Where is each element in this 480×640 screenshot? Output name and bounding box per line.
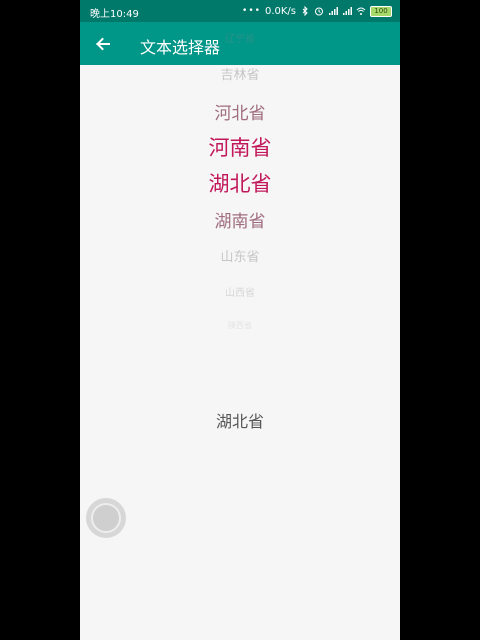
wifi-icon bbox=[356, 7, 366, 15]
phone-screen: 晚上10:49 ••• 0.0K/s 100 文本选择器 辽宁省 吉林省 河北省… bbox=[80, 0, 400, 640]
floating-assistive-button[interactable] bbox=[86, 498, 126, 538]
status-bar: 晚上10:49 ••• 0.0K/s 100 bbox=[80, 0, 400, 22]
picker-item[interactable]: 山东省 bbox=[80, 246, 400, 265]
text-picker-wheel[interactable]: 辽宁省 吉林省 河北省 河南省 湖北省 湖南省 山东省 山西省 陕西省 bbox=[80, 34, 400, 395]
picker-item[interactable]: 辽宁省 bbox=[80, 30, 400, 45]
bluetooth-icon bbox=[302, 6, 308, 16]
net-speed: 0.0K/s bbox=[264, 5, 296, 17]
alarm-icon bbox=[315, 7, 323, 16]
picker-item[interactable]: 湖南省 bbox=[80, 207, 400, 232]
picker-item[interactable]: 河北省 bbox=[80, 99, 400, 124]
battery-icon: 100 bbox=[370, 5, 392, 17]
picker-item[interactable]: 陕西省 bbox=[80, 320, 400, 331]
selected-value-label: 湖北省 bbox=[215, 412, 264, 431]
status-icons: ••• 0.0K/s 100 bbox=[242, 4, 392, 18]
signal-icon-2 bbox=[343, 7, 352, 15]
picker-item[interactable]: 吉林省 bbox=[80, 64, 400, 83]
status-time: 晚上10:49 bbox=[90, 9, 139, 20]
picker-item[interactable]: 山西省 bbox=[80, 284, 400, 299]
picker-item[interactable]: 河南省 bbox=[80, 132, 400, 162]
floating-button-inner bbox=[91, 503, 121, 533]
status-dots: ••• bbox=[242, 6, 261, 16]
picker-item[interactable]: 湖北省 bbox=[80, 168, 400, 198]
signal-icon bbox=[329, 7, 338, 15]
